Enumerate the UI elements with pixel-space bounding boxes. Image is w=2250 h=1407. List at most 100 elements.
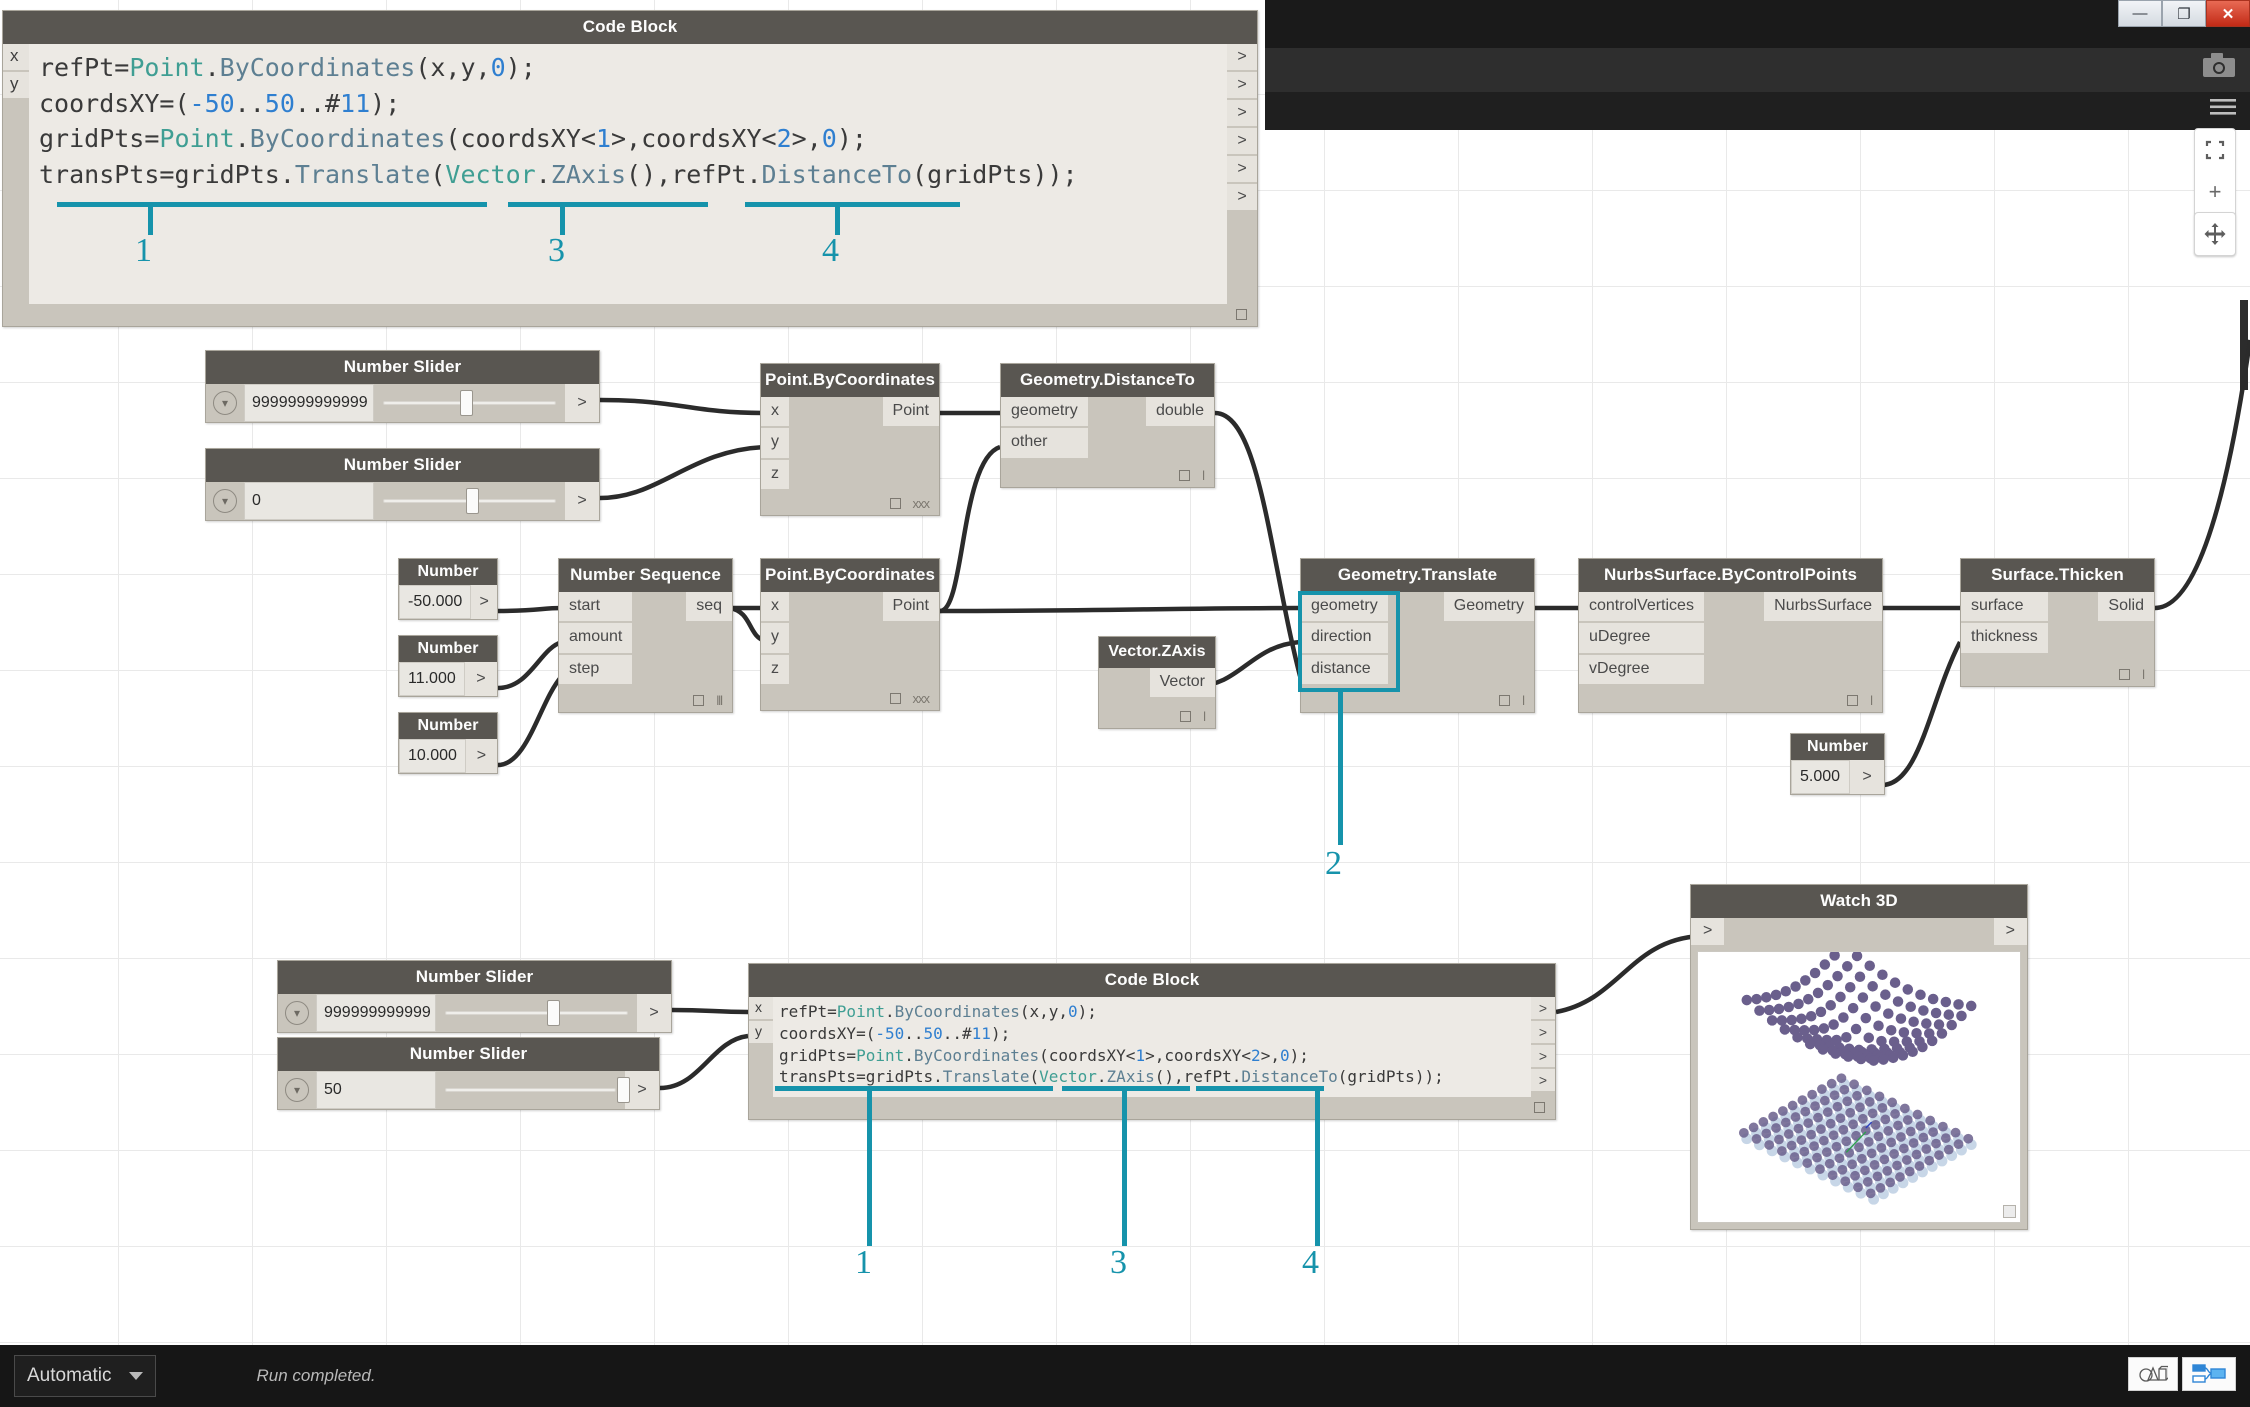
preview-toggle-icon[interactable] xyxy=(1180,710,1192,722)
input-port-geometry[interactable]: geometry xyxy=(1001,397,1088,427)
output-port-seq[interactable]: seq xyxy=(686,592,732,622)
input-port-controlvertices[interactable]: controlVertices xyxy=(1579,592,1704,622)
input-port-start[interactable]: start xyxy=(559,592,633,622)
input-port-x[interactable]: x xyxy=(761,397,789,427)
lacing-icon[interactable]: l xyxy=(1202,468,1205,483)
preview-toggle-icon[interactable] xyxy=(889,692,901,704)
output-port[interactable]: > xyxy=(1850,760,1884,794)
input-port-y[interactable]: y xyxy=(761,428,789,458)
number-slider-node-3[interactable]: Number Slider ▾ 999999999999 > xyxy=(277,960,672,1033)
node-geometry-translate[interactable]: Geometry.Translate geometry direction di… xyxy=(1300,558,1535,713)
output-port[interactable]: > xyxy=(1227,72,1257,98)
preview-toggle-icon[interactable] xyxy=(2119,668,2131,680)
input-port-x[interactable]: x xyxy=(761,592,789,622)
input-port-step[interactable]: step xyxy=(559,654,633,685)
number-slider-node-4[interactable]: Number Slider ▾ 50 > xyxy=(277,1037,660,1110)
node-point-bycoordinates-1[interactable]: Point.ByCoordinates x y z Point xxx xyxy=(760,363,940,516)
slider-expand-toggle[interactable]: ▾ xyxy=(278,994,316,1032)
number-slider-node-2[interactable]: Number Slider ▾ 0 > xyxy=(205,448,600,521)
slider-value-input[interactable]: 0 xyxy=(244,482,374,520)
preview-toggle-icon[interactable] xyxy=(1236,308,1247,320)
input-port-vdegree[interactable]: vDegree xyxy=(1579,654,1704,685)
output-port-point[interactable]: Point xyxy=(882,592,939,622)
number-value-input[interactable]: -50.000 xyxy=(399,585,472,619)
number-value-input[interactable]: 11.000 xyxy=(399,662,465,696)
lacing-icon[interactable]: l xyxy=(1870,693,1873,708)
output-port-geometry[interactable]: Geometry xyxy=(1443,592,1534,622)
run-mode-select[interactable]: Automatic xyxy=(14,1355,157,1397)
slider-value-input[interactable]: 50 xyxy=(316,1071,436,1109)
resize-handle[interactable] xyxy=(2003,1205,2016,1218)
slider-output-port[interactable]: > xyxy=(625,1071,659,1109)
output-port-double[interactable]: double xyxy=(1145,397,1214,427)
number-slider-node-1[interactable]: Number Slider ▾ 9999999999999 > xyxy=(205,350,600,423)
lacing-icon[interactable]: xxx xyxy=(913,691,930,706)
slider-track[interactable] xyxy=(374,384,565,422)
input-port-other[interactable]: other xyxy=(1001,428,1088,458)
slider-thumb[interactable] xyxy=(465,488,479,514)
input-port-geometry[interactable]: geometry xyxy=(1301,592,1388,622)
lacing-icon[interactable]: xxx xyxy=(913,496,930,511)
camera-icon[interactable] xyxy=(2202,52,2236,83)
preview-toggle-icon[interactable] xyxy=(889,497,901,509)
preview-toggle-icon[interactable] xyxy=(1499,694,1511,706)
node-surface-thicken[interactable]: Surface.Thicken surface thickness Solid … xyxy=(1960,558,2155,687)
minimize-button[interactable]: — xyxy=(2118,0,2162,27)
code-block-editor[interactable]: refPt=Point.ByCoordinates(x,y,0); coordsX… xyxy=(773,997,1531,1097)
restore-button[interactable]: ❐ xyxy=(2162,0,2206,27)
geometry-view-icon[interactable] xyxy=(2128,1357,2178,1391)
preview-toggle-icon[interactable] xyxy=(1534,1101,1545,1113)
slider-output-port[interactable]: > xyxy=(565,384,599,422)
input-port-distance[interactable]: distance xyxy=(1301,654,1388,685)
slider-track[interactable] xyxy=(374,482,565,520)
slider-expand-toggle[interactable]: ▾ xyxy=(278,1071,316,1109)
slider-output-port[interactable]: > xyxy=(637,994,671,1032)
node-number-3[interactable]: Number 10.000 > xyxy=(398,712,498,774)
lacing-icon[interactable]: l xyxy=(1522,693,1525,708)
node-watch-3d[interactable]: Watch 3D > > xyxy=(1690,884,2028,1230)
output-port[interactable]: > xyxy=(1227,156,1257,182)
input-port[interactable]: > xyxy=(1691,918,1725,945)
input-port-z[interactable]: z xyxy=(761,459,789,490)
output-port-point[interactable]: Point xyxy=(882,397,939,427)
input-port-x[interactable]: x xyxy=(3,44,29,70)
node-number-sequence[interactable]: Number Sequence start amount step seq ll… xyxy=(558,558,733,713)
output-port[interactable]: > xyxy=(464,662,497,696)
output-port[interactable]: > xyxy=(1531,997,1555,1019)
output-port[interactable]: > xyxy=(1531,1069,1555,1091)
graph-canvas[interactable]: + – xyxy=(0,0,2250,1345)
output-port[interactable]: > xyxy=(1993,918,2027,945)
slider-track[interactable] xyxy=(436,1071,631,1109)
graph-view-icon[interactable] xyxy=(2182,1357,2236,1391)
input-port-udegree[interactable]: uDegree xyxy=(1579,623,1704,653)
node-nurbssurface-bycontrolpoints[interactable]: NurbsSurface.ByControlPoints controlVert… xyxy=(1578,558,1883,713)
output-port[interactable]: > xyxy=(1531,1021,1555,1043)
code-block-node-top[interactable]: Code Block x y refPt=Point.ByCoordinates… xyxy=(2,10,1258,327)
slider-expand-toggle[interactable]: ▾ xyxy=(206,384,244,422)
zoom-fit-button[interactable] xyxy=(2195,129,2235,171)
pan-tool-cluster[interactable] xyxy=(2194,212,2236,256)
code-block-editor[interactable]: refPt=Point.ByCoordinates(x,y,0); coordsX… xyxy=(29,44,1227,304)
output-port[interactable]: > xyxy=(471,585,497,619)
input-port-surface[interactable]: surface xyxy=(1961,592,2048,622)
slider-value-input[interactable]: 999999999999 xyxy=(316,994,436,1032)
lacing-icon[interactable]: l xyxy=(1203,709,1206,724)
output-port-vector[interactable]: Vector xyxy=(1149,668,1215,698)
slider-track[interactable] xyxy=(436,994,637,1032)
output-port-solid[interactable]: Solid xyxy=(2098,592,2154,622)
hamburger-icon[interactable] xyxy=(2210,96,2236,122)
close-button[interactable]: ✕ xyxy=(2206,0,2250,27)
zoom-in-button[interactable]: + xyxy=(2195,171,2235,213)
output-port-nurbssurface[interactable]: NurbsSurface xyxy=(1764,592,1882,622)
input-port-z[interactable]: z xyxy=(761,654,789,685)
input-port-y[interactable]: y xyxy=(761,623,789,653)
lacing-icon[interactable]: lll xyxy=(716,693,723,708)
node-vector-zaxis[interactable]: Vector.ZAxis Vector l xyxy=(1098,636,1216,729)
view-mode-toggle-group[interactable] xyxy=(2128,1357,2236,1391)
output-port[interactable]: > xyxy=(1531,1045,1555,1067)
output-port[interactable]: > xyxy=(1227,44,1257,70)
slider-thumb[interactable] xyxy=(617,1077,631,1103)
input-port-amount[interactable]: amount xyxy=(559,623,633,653)
node-number-1[interactable]: Number -50.000 > xyxy=(398,558,498,620)
number-value-input[interactable]: 5.000 xyxy=(1791,760,1850,794)
